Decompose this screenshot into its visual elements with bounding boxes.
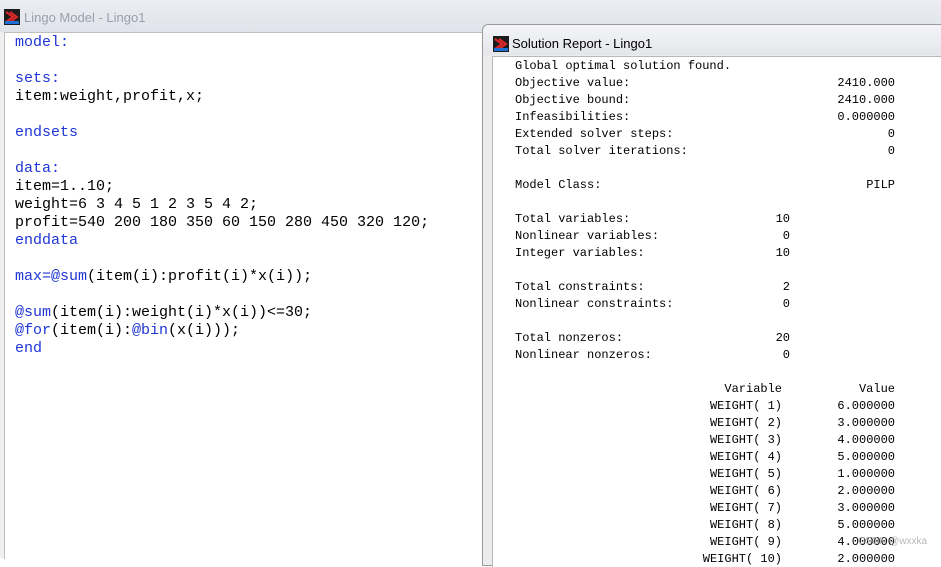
model-window-title: Lingo Model - Lingo1 [24,10,146,25]
code-keyword: @bin [132,322,169,339]
variable-column-header: Variable [724,382,782,396]
constraints-value: 2 [782,280,790,294]
code-keyword: @for [15,322,52,339]
report-window-title: Solution Report - Lingo1 [512,36,653,51]
table-row-variable: WEIGHT( 8) [709,518,782,532]
constraints-label: Total constraints: [515,280,645,294]
code-line: profit=540 200 180 350 60 150 280 450 32… [15,214,429,232]
table-row-value: 5.000000 [837,518,895,532]
summary-label: Total solver iterations: [515,144,688,158]
code-keyword: @sum [15,304,52,321]
status-line: Global optimal solution found. [515,59,732,73]
watermark-text: CSDN @wxxka [858,536,928,547]
table-row-variable: WEIGHT( 2) [709,416,782,430]
table-row-variable: WEIGHT( 5) [709,467,782,481]
nonzeros-label: Total nonzeros: [515,331,624,345]
code-text: (item(i):weight(i)*x(i))<=30; [51,304,313,321]
summary-value: 0.000000 [837,110,895,124]
variables-label: Nonlinear variables: [515,229,660,243]
code-text: (item(i): [51,322,133,339]
code-line: item:weight,profit,x; [15,88,429,106]
summary-label: Infeasibilities: [515,110,631,124]
code-line: @for(item(i):@bin(x(i))); [15,322,429,340]
table-row-value: 2.000000 [837,484,895,498]
summary-label: Extended solver steps: [515,127,674,141]
code-keyword: max= [15,268,52,285]
variables-label: Total variables: [515,212,631,226]
table-row-value: 4.000000 [837,433,895,447]
code-line: model: [15,34,429,52]
nonzeros-label: Nonlinear nonzeros: [515,348,652,362]
code-line: end [15,340,429,358]
code-line: weight=6 3 4 5 1 2 3 5 4 2; [15,196,429,214]
variables-value: 10 [775,212,790,226]
code-keyword: model: [15,34,70,51]
code-line: sets: [15,70,429,88]
table-row-variable: WEIGHT( 9) [709,535,782,549]
table-row-value: 3.000000 [837,416,895,430]
variables-label: Integer variables: [515,246,645,260]
value-column-header: Value [858,382,895,396]
table-row-value: 3.000000 [837,501,895,515]
constraints-value: 0 [782,297,790,311]
summary-value: 0 [887,127,895,141]
code-text: weight=6 3 4 5 1 2 3 5 4 2; [15,196,259,213]
code-line: @sum(item(i):weight(i)*x(i))<=30; [15,304,429,322]
model-code-editor[interactable]: model: sets: item:weight,profit,x; endsets d… [4,32,484,559]
summary-label: Objective value: [515,76,631,90]
table-row-variable: WEIGHT( 6) [709,484,782,498]
summary-label: Objective bound: [515,93,631,107]
table-row-value: 6.000000 [837,399,895,413]
code-keyword: @sum [51,268,88,285]
table-row-value: 1.000000 [837,467,895,481]
code-keyword: end [15,340,43,357]
code-keyword: data: [15,160,61,177]
summary-value: 0 [887,144,895,158]
code-text: profit=540 200 180 350 60 150 280 450 32… [15,214,430,231]
table-row-value: 5.000000 [837,450,895,464]
model-code: model: sets: item:weight,profit,x; endsets d… [15,34,429,358]
code-keyword: enddata [15,232,79,249]
table-row-variable: WEIGHT( 10) [702,552,782,566]
variables-value: 0 [782,229,790,243]
code-keyword: endsets [15,124,79,141]
constraints-label: Nonlinear constraints: [515,297,674,311]
table-row-value: 2.000000 [837,552,895,566]
summary-value: 2410.000 [837,93,895,107]
solution-report-window: Solution Report - Lingo1 Global optimal … [482,24,941,567]
nonzeros-value: 0 [782,348,790,362]
code-text: item:weight,profit,x; [15,88,205,105]
report-window-titlebar[interactable]: Solution Report - Lingo1 [483,25,941,55]
variables-value: 10 [775,246,790,260]
lingo-app-icon [493,36,509,52]
table-row-variable: WEIGHT( 3) [709,433,782,447]
nonzeros-value: 20 [775,331,790,345]
model-class-value: PILP [866,178,895,192]
code-text: (item(i):profit(i)*x(i)); [87,268,313,285]
code-line: enddata [15,232,429,250]
table-row-variable: WEIGHT( 7) [709,501,782,515]
code-line: max=@sum(item(i):profit(i)*x(i)); [15,268,429,286]
code-line: endsets [15,124,429,142]
report-text-area[interactable]: Global optimal solution found. Objective… [492,56,941,567]
summary-value: 2410.000 [837,76,895,90]
code-keyword: sets: [15,70,61,87]
lingo-app-icon [4,9,20,25]
code-line: data: [15,160,429,178]
code-text: item=1..10; [15,178,115,195]
code-line: item=1..10; [15,178,429,196]
model-class-label: Model Class: [515,178,602,192]
code-text: (x(i))); [168,322,241,339]
table-row-variable: WEIGHT( 4) [709,450,782,464]
table-row-variable: WEIGHT( 1) [709,399,782,413]
